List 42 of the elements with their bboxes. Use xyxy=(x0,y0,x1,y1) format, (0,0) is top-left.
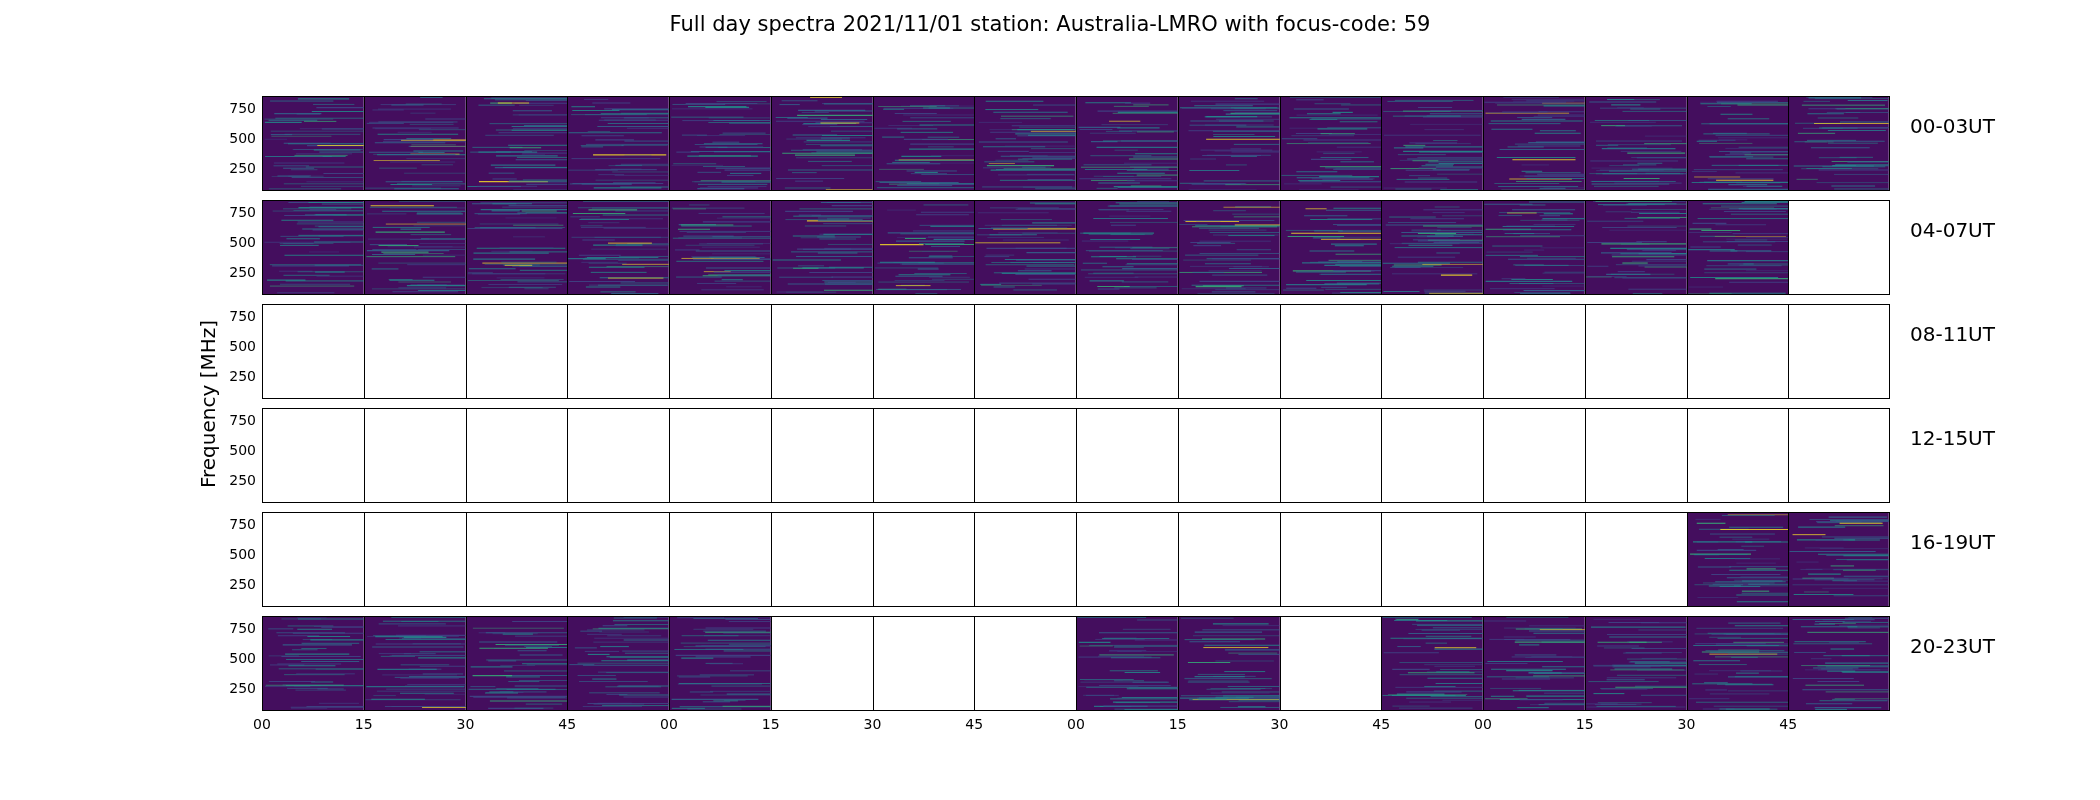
y-axis-label: Frequency [MHz] xyxy=(196,319,220,488)
x-tick-label: 00 xyxy=(660,716,678,732)
row-label: 00-03UT xyxy=(1909,113,1995,140)
x-tick-label: 30 xyxy=(1270,716,1289,732)
y-tick-label: 500 xyxy=(229,441,256,458)
row-label: 16-19UT xyxy=(1909,529,1995,556)
y-tick-label: 250 xyxy=(229,263,256,280)
figure-title: Full day spectra 2021/11/01 station: Australia-LMRO with focus-code: 59 xyxy=(668,12,1432,38)
y-tick-label: 500 xyxy=(229,129,256,146)
y-tick-label: 750 xyxy=(229,307,256,324)
y-tick-label: 750 xyxy=(229,203,256,220)
y-tick-label: 250 xyxy=(229,159,256,176)
y-tick-label: 250 xyxy=(229,679,256,696)
x-tick-label: 45 xyxy=(965,716,984,732)
x-tick-label: 15 xyxy=(1575,716,1594,732)
y-tick-label: 250 xyxy=(229,367,256,384)
x-tick-label: 45 xyxy=(1779,716,1798,732)
y-tick-label: 500 xyxy=(229,545,256,562)
x-tick-label: 00 xyxy=(1067,716,1085,732)
x-tick-label: 15 xyxy=(1168,716,1187,732)
x-tick-label: 30 xyxy=(456,716,475,732)
row-label: 08-11UT xyxy=(1909,321,1995,348)
y-tick-label: 750 xyxy=(229,411,256,428)
x-tick-label: 00 xyxy=(253,716,271,732)
y-tick-label: 500 xyxy=(229,233,256,250)
row-label: 12-15UT xyxy=(1909,425,1995,452)
x-tick-label: 15 xyxy=(761,716,780,732)
y-tick-label: 750 xyxy=(229,99,256,116)
x-tick-label: 30 xyxy=(863,716,882,732)
row-label: 20-23UT xyxy=(1909,633,1995,660)
y-tick-label: 250 xyxy=(229,471,256,488)
y-tick-label: 500 xyxy=(229,337,256,354)
y-tick-label: 750 xyxy=(229,515,256,532)
x-tick-label: 00 xyxy=(1474,716,1492,732)
row-label: 04-07UT xyxy=(1909,217,1995,244)
x-tick-label: 30 xyxy=(1677,716,1696,732)
y-tick-label: 250 xyxy=(229,575,256,592)
x-tick-label: 15 xyxy=(354,716,373,732)
x-tick-label: 45 xyxy=(1372,716,1391,732)
x-tick-label: 45 xyxy=(558,716,577,732)
y-tick-label: 500 xyxy=(229,649,256,666)
y-tick-label: 750 xyxy=(229,619,256,636)
